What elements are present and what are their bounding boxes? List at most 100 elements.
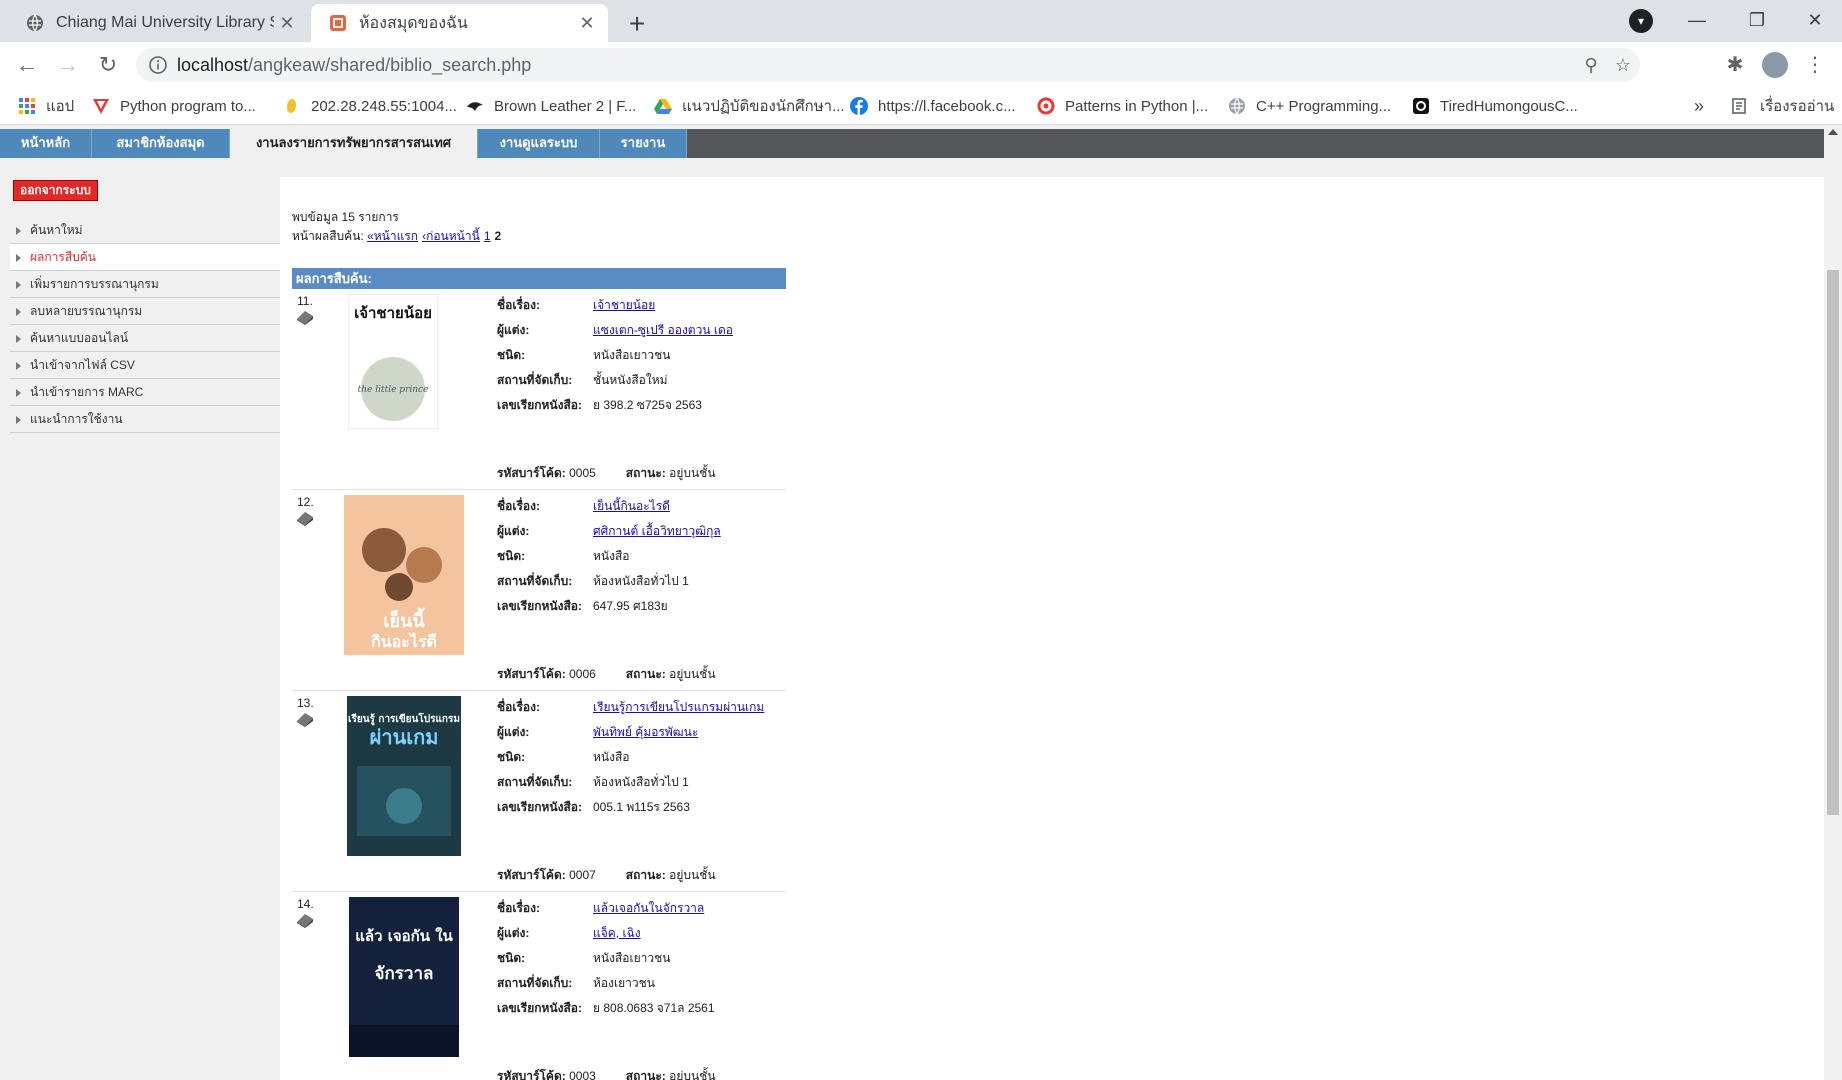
author-link[interactable]: พันทิพย์ คุ้มอรพัฒนะ	[593, 725, 698, 739]
cover-title: แล้ว เจอกัน ใน	[355, 927, 453, 945]
page-1-link[interactable]: 1	[484, 229, 491, 243]
location-value: ห้องหนังสือทั่วไป 1	[593, 574, 689, 588]
apps-grid-icon	[19, 98, 35, 114]
author-link[interactable]: แจ็ค, เฉิง	[593, 926, 641, 940]
restore-icon[interactable]: ❐	[1734, 2, 1780, 38]
bookmark-label: Patterns in Python |...	[1065, 97, 1209, 115]
barcode-label: รหัสบาร์โค้ด:	[497, 868, 566, 882]
chrome-menu-icon[interactable]: ⋮	[1800, 50, 1830, 80]
menu-tab-members[interactable]: สมาชิกห้องสมุด	[92, 129, 230, 158]
item-fields: ชื่อเรื่อง: เจ้าชายน้อย ผู้แต่ง: แซงเตก-ซู…	[497, 296, 733, 421]
bookmark-drive[interactable]: แนวปฏิบัติของนักศึกษา...	[654, 95, 845, 117]
site-info-icon[interactable]	[148, 55, 168, 75]
book-cover[interactable]: เรียนรู้ การเขียนโปรแกรม ผ่านเกม	[347, 696, 461, 856]
author-label: ผู้แต่ง:	[497, 323, 530, 337]
title-label: ชื่อเรื่อง:	[497, 700, 540, 714]
minimize-icon[interactable]: —	[1674, 2, 1720, 38]
globe-icon	[27, 14, 43, 32]
bookmark-ip[interactable]: 202.28.248.55:1004...	[283, 95, 457, 117]
book-cover[interactable]: เจ้าชายน้อย the little prince	[348, 294, 438, 429]
close-window-icon[interactable]: ✕	[1792, 2, 1838, 38]
sidebar-item-search-results[interactable]: ผลการสืบค้น	[10, 244, 280, 271]
callno-value: ย 808.0683 จ71ล 2561	[593, 1001, 715, 1015]
bookmark-python-program[interactable]: Python program to...	[92, 95, 256, 117]
sidebar-item-new-search[interactable]: ค้นหาใหม่	[10, 217, 280, 244]
globe-icon	[1229, 97, 1245, 115]
author-link[interactable]: ศศิกานต์ เอื้อวิทยาวุฒิกุล	[593, 524, 721, 538]
url-text: localhost/angkeaw/shared/biblio_search.p…	[177, 55, 531, 76]
tab-search-icon[interactable]: ▾	[1629, 9, 1653, 33]
title-label: ชื่อเรื่อง:	[497, 298, 540, 312]
book-cover[interactable]: แล้ว เจอกัน ใน จักรวาล	[349, 897, 459, 1057]
type-value: หนังสือ	[593, 750, 630, 764]
prev-page-link[interactable]: ‹ก่อนหน้านี้	[422, 229, 480, 243]
bookmark-patterns-python[interactable]: Patterns in Python |...	[1037, 95, 1208, 117]
sidebar-item-online-search[interactable]: ค้นหาแบบออนไลน์	[10, 325, 280, 352]
title-link[interactable]: เย็นนี้กินอะไรดี	[593, 499, 670, 513]
tab-close-icon[interactable]: ✕	[274, 13, 300, 34]
reload-icon[interactable]: ↻	[91, 49, 125, 81]
menu-tab-reports[interactable]: รายงาน	[600, 129, 687, 158]
type-value: หนังสือเยาวชน	[593, 951, 671, 965]
author-label: ผู้แต่ง:	[497, 926, 530, 940]
bookmarks-more-icon[interactable]: »	[1694, 95, 1704, 117]
cover-title: เจ้าชายน้อย	[354, 304, 432, 322]
back-icon[interactable]: ←	[10, 49, 44, 81]
callno-value: 005.1 พ115ร 2563	[593, 800, 690, 814]
bookmark-label: Python program to...	[120, 97, 256, 115]
scroll-up-icon[interactable]	[1828, 129, 1838, 135]
zoom-icon[interactable]: ⚲	[1580, 55, 1602, 77]
first-page-link[interactable]: «หน้าแรก	[367, 229, 418, 243]
status-value: อยู่บนชั้น	[669, 868, 716, 882]
bookmark-cpp[interactable]: C++ Programming...	[1228, 95, 1391, 117]
bookmark-label: C++ Programming...	[1256, 97, 1392, 115]
new-tab-button[interactable]: +	[620, 8, 654, 42]
browser-toolbar: ← → ↻ localhost/angkeaw/shared/biblio_se…	[0, 42, 1842, 88]
extensions-icon[interactable]: ✱	[1720, 50, 1750, 80]
square-icon	[1413, 98, 1429, 114]
facebook-icon	[850, 97, 868, 115]
sidebar-item-bulk-delete[interactable]: ลบหลายบรรณานุกรม	[10, 298, 280, 325]
title-link[interactable]: เจ้าชายน้อย	[593, 298, 655, 312]
bookmark-tired[interactable]: TiredHumongousC...	[1412, 95, 1578, 117]
sidebar-item-add-biblio[interactable]: เพิ่มรายการบรรณานุกรม	[10, 271, 280, 298]
bookmark-facebook[interactable]: https://l.facebook.c...	[850, 95, 1016, 117]
bookmark-brown-leather[interactable]: Brown Leather 2 | F...	[466, 95, 636, 117]
title-link[interactable]: แล้วเจอกันในจักรวาล	[593, 901, 704, 915]
menu-tab-cataloging[interactable]: งานลงรายการทรัพยากรสารสนเทศ	[230, 129, 478, 158]
bookmark-apps[interactable]: แอป	[18, 95, 74, 117]
browser-tab-cmu[interactable]: Chiang Mai University Library Sea ✕	[8, 4, 308, 42]
page-viewport: หน้าหลัก สมาชิกห้องสมุด งานลงรายการทรัพย…	[0, 125, 1824, 1080]
bookmark-star-icon[interactable]: ☆	[1612, 55, 1634, 77]
location-label: สถานที่จัดเก็บ:	[497, 574, 573, 588]
callno-label: เลขเรียกหนังสือ:	[497, 800, 583, 814]
page-scrollbar[interactable]	[1824, 125, 1842, 1080]
menu-tab-home[interactable]: หน้าหลัก	[0, 129, 92, 158]
barcode-value: 0007	[569, 868, 596, 882]
sidebar-item-import-marc[interactable]: นำเข้ารายการ MARC	[10, 379, 280, 406]
status-label: สถานะ:	[625, 667, 666, 681]
cover-subtitle: the little prince	[358, 385, 429, 395]
cover-subtitle: กินอะไรดี	[371, 632, 437, 651]
profile-avatar[interactable]	[1760, 50, 1790, 80]
sidebar-item-help[interactable]: แนะนำการใช้งาน	[10, 406, 280, 433]
browser-tab-library[interactable]: ห้องสมุดของฉัน ✕	[311, 4, 608, 42]
author-link[interactable]: แซงเตก-ซูเปรี อองตวน เดอ	[593, 323, 733, 337]
forward-icon[interactable]: →	[51, 49, 85, 81]
reading-list[interactable]: เรื่องรออ่าน	[1732, 95, 1834, 117]
scrollbar-thumb[interactable]	[1827, 270, 1839, 815]
address-bar[interactable]: localhost/angkeaw/shared/biblio_search.p…	[136, 48, 1640, 82]
main-menu: หน้าหลัก สมาชิกห้องสมุด งานลงรายการทรัพย…	[0, 129, 1824, 158]
tab-close-icon[interactable]: ✕	[574, 13, 600, 34]
reading-list-label: เรื่องรออ่าน	[1760, 98, 1835, 115]
menu-tab-admin[interactable]: งานดูแลระบบ	[478, 129, 600, 158]
title-link[interactable]: เรียนรู้การเขียนโปรแกรมผ่านเกม	[593, 700, 764, 714]
tab-title: ห้องสมุดของฉัน	[359, 14, 468, 32]
logout-button[interactable]: ออกจากระบบ	[13, 180, 98, 201]
sidebar-item-import-csv[interactable]: นำเข้าจากไฟล์ CSV	[10, 352, 280, 379]
url-host: localhost	[177, 55, 249, 75]
book-cover[interactable]: เย็นนี้ กินอะไรดี	[344, 495, 464, 655]
barcode-row: รหัสบาร์โค้ด: 0003 สถานะ: อยู่บนชั้น	[497, 1067, 716, 1080]
library-favicon-icon	[330, 15, 346, 31]
item-number: 13.	[297, 696, 314, 710]
